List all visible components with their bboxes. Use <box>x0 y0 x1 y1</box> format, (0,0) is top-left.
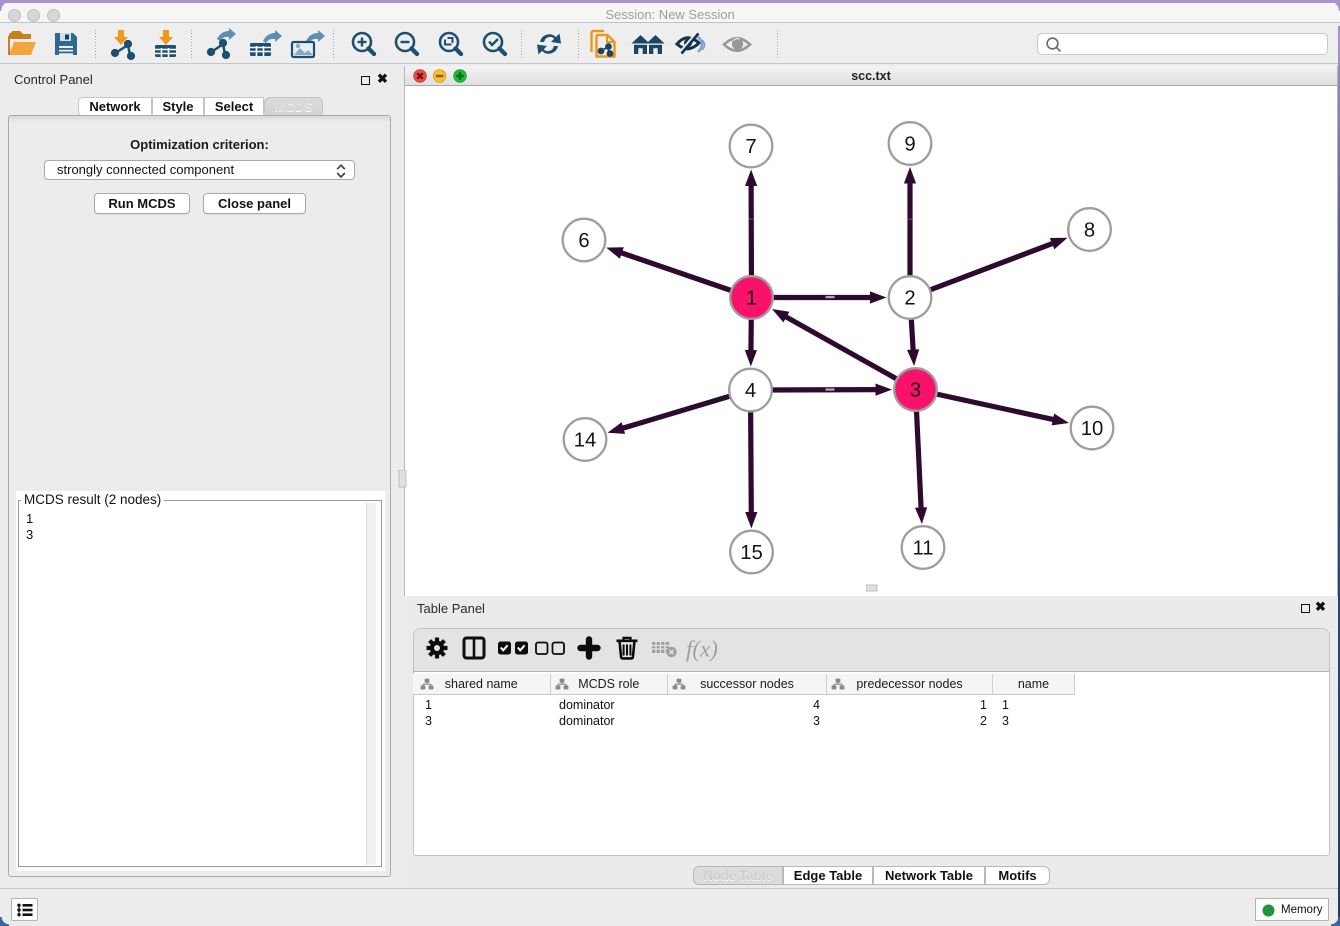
svg-text:8: 8 <box>1084 220 1095 242</box>
svg-text:11: 11 <box>912 538 933 560</box>
svg-text:4: 4 <box>745 380 756 402</box>
svg-text:1: 1 <box>746 288 757 310</box>
svg-text:7: 7 <box>745 136 756 158</box>
svg-text:15: 15 <box>740 542 763 564</box>
svg-text:3: 3 <box>910 380 921 402</box>
svg-text:2: 2 <box>904 288 915 310</box>
svg-text:9: 9 <box>904 134 915 156</box>
svg-text:f(x): f(x) <box>686 636 718 661</box>
svg-text:6: 6 <box>578 230 589 252</box>
svg-text:10: 10 <box>1081 418 1104 440</box>
svg-text:14: 14 <box>574 430 597 452</box>
